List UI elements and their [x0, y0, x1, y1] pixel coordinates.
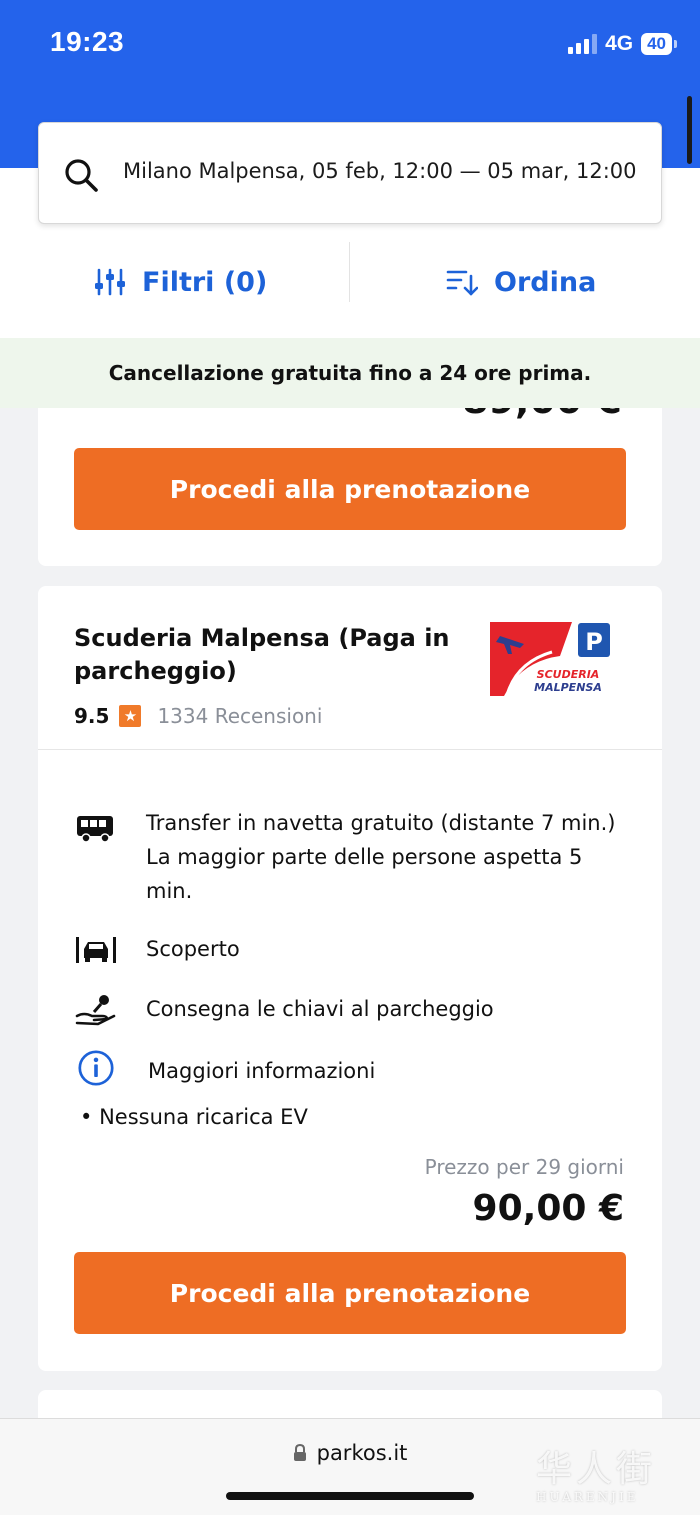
shuttle-bus-icon — [77, 816, 113, 843]
lock-icon — [293, 1444, 306, 1461]
status-time: 19:23 — [50, 26, 125, 57]
sort-button[interactable]: Ordina — [446, 262, 596, 302]
battery-icon: 40 — [641, 33, 677, 55]
free-cancellation-banner: Cancellazione gratuita fino a 24 ore pri… — [0, 338, 700, 408]
star-icon: ★ — [119, 705, 142, 727]
search-summary-text: Milano Malpensa, 05 feb, 12:00 — 05 mar,… — [123, 159, 637, 183]
status-indicators: 4G 40 — [568, 32, 677, 56]
logo-text-line2: MALPENSA — [534, 681, 602, 694]
scuderia-malpensa-logo: P SCUDERIA MALPENSA — [490, 622, 612, 696]
toolbar-divider — [349, 242, 350, 302]
feature-key-handover: Consegna le chiavi al parcheggio — [74, 992, 494, 1028]
home-indicator[interactable] — [226, 1492, 474, 1500]
watermark-cn: 华人街 — [536, 1449, 657, 1490]
signal-icon — [568, 34, 598, 54]
network-type: 4G — [605, 32, 634, 55]
feature-text: Transfer in navetta gratuito (distante 7… — [146, 811, 616, 903]
scroll-indicator[interactable] — [687, 96, 692, 164]
ev-charging-note: • Nessuna ricarica EV — [80, 1105, 308, 1129]
rating-row: 9.5 ★ 1334 Recensioni — [74, 704, 322, 728]
feature-outdoor: Scoperto — [74, 932, 240, 968]
url-text: parkos.it — [316, 1441, 408, 1465]
sort-icon — [446, 270, 478, 296]
filter-button[interactable]: Filtri (0) — [94, 262, 267, 302]
parking-card-previous: 89,00 € Procedi alla prenotazione — [38, 408, 662, 566]
search-summary-box[interactable]: Milano Malpensa, 05 feb, 12:00 — 05 mar,… — [38, 122, 662, 224]
price-value: 89,00 € — [462, 408, 622, 422]
book-button[interactable]: Procedi alla prenotazione — [74, 448, 626, 530]
price-value: 90,00 € — [472, 1188, 624, 1229]
more-info-row[interactable]: Maggiori informazioni — [74, 1050, 375, 1086]
rating-score: 9.5 — [74, 704, 110, 728]
card-divider — [38, 749, 662, 750]
parking-title[interactable]: Scuderia Malpensa (Paga in parcheggio) — [74, 622, 454, 688]
sliders-icon — [95, 268, 125, 296]
reviews-count[interactable]: 1334 Recensioni — [157, 704, 322, 728]
feature-text: Scoperto — [146, 937, 240, 961]
search-icon — [65, 159, 98, 192]
sort-label: Ordina — [494, 266, 597, 298]
book-button[interactable]: Procedi alla prenotazione — [74, 1252, 626, 1334]
filter-label: Filtri (0) — [142, 266, 268, 298]
watermark-en: HUARENJIE — [536, 1490, 639, 1504]
logo-text-line1: SCUDERIA — [537, 668, 600, 681]
parking-card: Scuderia Malpensa (Paga in parcheggio) 9… — [38, 586, 662, 1371]
feature-shuttle: Transfer in navetta gratuito (distante 7… — [74, 810, 616, 903]
info-icon — [78, 1050, 114, 1086]
watermark: 华人街 HUARENJIE — [536, 1440, 686, 1510]
filter-sort-toolbar: Filtri (0) Ordina — [0, 240, 700, 338]
logo-p-badge: P — [585, 628, 603, 656]
feature-text: Consegna le chiavi al parcheggio — [146, 997, 494, 1021]
more-info-link[interactable]: Maggiori informazioni — [148, 1054, 618, 1088]
price-label: Prezzo per 29 giorni — [424, 1155, 624, 1179]
outdoor-parking-icon — [76, 937, 116, 963]
key-handover-icon — [75, 995, 116, 1026]
ev-charging-text: Nessuna ricarica EV — [99, 1105, 308, 1129]
